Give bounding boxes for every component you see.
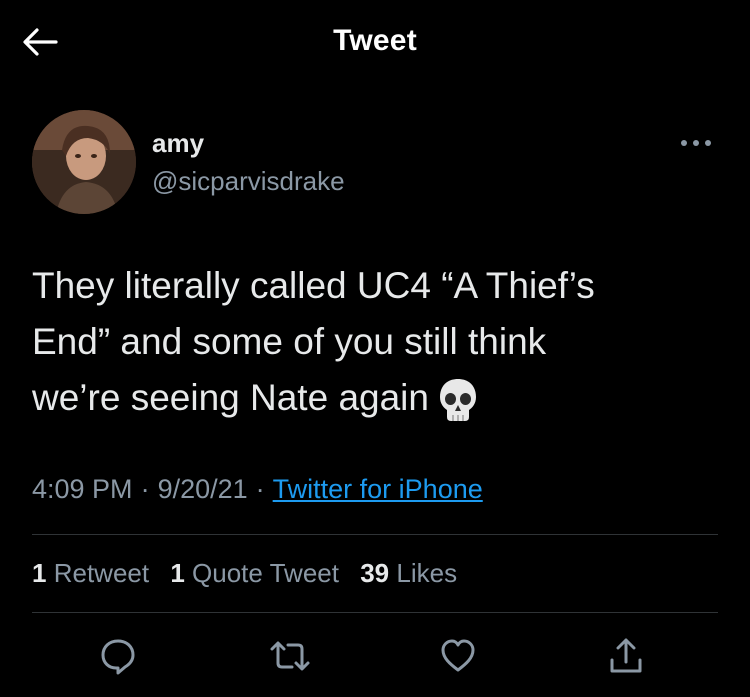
- header: Tweet: [0, 0, 750, 90]
- page-title: Tweet: [333, 24, 417, 57]
- retweets-stat[interactable]: 1 Retweet: [32, 558, 149, 588]
- tweet-source-link[interactable]: Twitter for iPhone: [273, 474, 483, 504]
- retweet-icon: [270, 641, 310, 671]
- author-name[interactable]: amy: [152, 128, 204, 159]
- tweet-date[interactable]: 9/20/21: [158, 474, 248, 504]
- more-horizontal-icon: [681, 140, 711, 146]
- tweet-text: They literally called UC4 “A Thief’s End…: [32, 258, 722, 426]
- divider: [32, 612, 718, 613]
- more-button[interactable]: [674, 128, 718, 158]
- quotes-count: 1: [170, 558, 185, 588]
- author-handle[interactable]: @sicparvisdrake: [152, 166, 345, 197]
- reply-icon: [101, 639, 135, 675]
- tweet-stats: 1 Retweet 1 Quote Tweet 39 Likes: [32, 558, 471, 589]
- tweet-time[interactable]: 4:09 PM: [32, 474, 133, 504]
- retweet-button[interactable]: [266, 632, 314, 680]
- tweet-author: amy @sicparvisdrake: [32, 110, 722, 220]
- meta-separator: ·: [255, 474, 265, 504]
- divider: [32, 534, 718, 535]
- share-icon: [610, 638, 642, 673]
- tweet-actions: [0, 632, 750, 684]
- tweet-body: They literally called UC4 “A Thief’s End…: [32, 265, 595, 418]
- like-button[interactable]: [434, 632, 482, 680]
- retweets-label: Retweet: [53, 558, 150, 588]
- quotes-label: Quote Tweet: [192, 558, 339, 588]
- meta-separator: ·: [140, 474, 150, 504]
- skull-emoji-icon: [439, 379, 476, 422]
- likes-label: Likes: [396, 558, 458, 588]
- like-icon: [441, 639, 475, 672]
- likes-stat[interactable]: 39 Likes: [360, 558, 457, 588]
- retweets-count: 1: [32, 558, 47, 588]
- avatar-image: [32, 110, 136, 214]
- likes-count: 39: [360, 558, 390, 588]
- tweet-meta: 4:09 PM · 9/20/21 · Twitter for iPhone: [32, 474, 483, 505]
- share-button[interactable]: [602, 632, 650, 680]
- quotes-stat[interactable]: 1 Quote Tweet: [170, 558, 339, 588]
- avatar[interactable]: [32, 110, 136, 214]
- reply-button[interactable]: [94, 632, 142, 680]
